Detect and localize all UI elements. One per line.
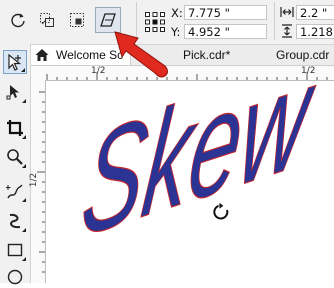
flyout-indicator	[22, 228, 26, 232]
rectangle-tool[interactable]	[3, 238, 27, 262]
home-icon	[35, 48, 49, 65]
size-button[interactable]	[65, 8, 89, 32]
flyout-indicator	[22, 135, 26, 139]
document-tab-bar: Welcome Sc Pick.cdr* Group.cdr	[30, 45, 334, 66]
x-label: X:	[171, 6, 183, 20]
ruler-label: 1/2	[301, 66, 316, 76]
width-field[interactable]: 2.2 "	[296, 5, 334, 20]
ellipse-icon	[7, 269, 23, 285]
callout-arrow-icon	[114, 31, 168, 78]
pick-tool[interactable]	[3, 50, 27, 74]
horizontal-ruler[interactable]: 1/2 1/2	[31, 66, 334, 81]
height-field[interactable]: 1.218	[296, 24, 334, 39]
artistic-media-tool[interactable]	[3, 209, 27, 233]
ruler-label: 1/2	[91, 66, 106, 76]
size-icon	[70, 13, 84, 27]
y-label: Y:	[171, 25, 181, 39]
x-position-field[interactable]: 7.775 "	[184, 5, 267, 20]
rotate-handle-icon[interactable]	[210, 201, 232, 228]
flyout-indicator	[22, 164, 26, 168]
zoom-tool[interactable]	[3, 145, 27, 169]
vertical-ruler[interactable]: 1/2	[29, 80, 46, 283]
shape-tool[interactable]	[3, 80, 27, 104]
ruler-label: 1/2	[29, 172, 40, 188]
height-icon	[280, 24, 294, 43]
crop-tool[interactable]	[3, 116, 27, 140]
flyout-indicator	[22, 99, 26, 103]
y-position-field[interactable]: 4.952 "	[184, 24, 267, 39]
flyout-indicator	[22, 198, 26, 202]
skew-text[interactable]: Skew	[74, 81, 323, 270]
tab-group[interactable]: Group.cdr	[270, 45, 334, 65]
tab-pick[interactable]: Pick.cdr*	[160, 45, 270, 65]
ellipse-tool[interactable]	[3, 264, 27, 288]
rotate-icon	[11, 13, 25, 28]
tab-label: Group.cdr	[276, 48, 330, 62]
flyout-indicator	[22, 257, 26, 261]
drawing-canvas[interactable]: Skew	[46, 81, 334, 283]
skewed-text-artwork[interactable]: Skew	[46, 81, 334, 283]
tab-label: Pick.cdr*	[183, 48, 231, 62]
width-icon	[280, 5, 294, 24]
skew-icon	[100, 13, 116, 27]
rotate-tool-button[interactable]	[6, 8, 30, 32]
scale-icon	[40, 13, 54, 27]
ruler-ticks	[46, 72, 328, 80]
freehand-tool[interactable]	[3, 179, 27, 203]
toolbox	[0, 44, 31, 285]
separator	[274, 2, 275, 40]
reflect-button[interactable]	[35, 8, 59, 32]
flyout-indicator	[21, 68, 25, 72]
